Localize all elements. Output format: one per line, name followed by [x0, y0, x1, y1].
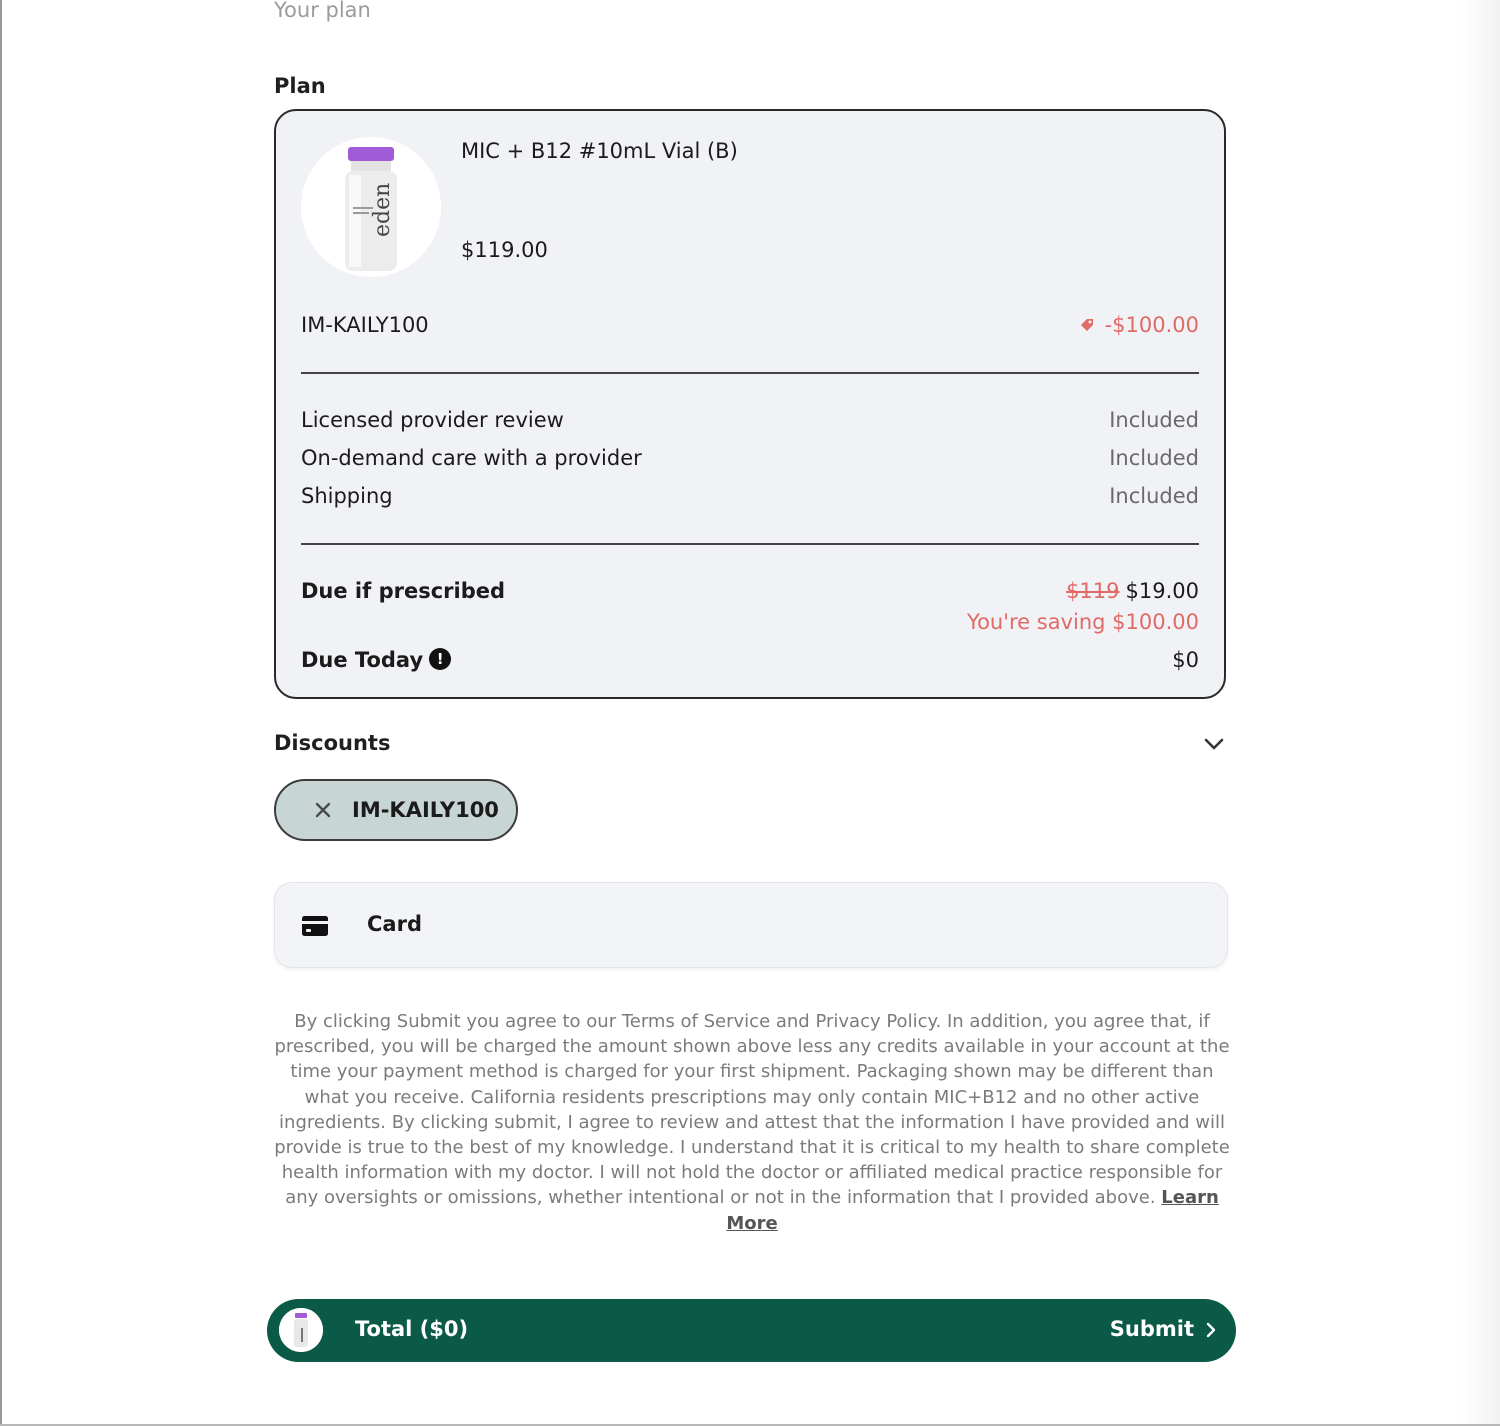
- feature-value: Included: [1109, 484, 1199, 508]
- due-today-amount: $0: [1172, 648, 1199, 672]
- payment-method-label: Card: [367, 912, 422, 936]
- feature-label: On-demand care with a provider: [301, 446, 642, 470]
- feature-row: Shipping Included: [301, 484, 1199, 514]
- window-left-border: [0, 0, 2, 1426]
- total-label: Total ($0): [355, 1317, 469, 1341]
- submit-button-label[interactable]: Submit: [1110, 1317, 1194, 1341]
- divider: [301, 372, 1199, 374]
- discounts-heading: Discounts: [274, 731, 391, 755]
- vial-image: eden: [301, 137, 441, 277]
- vial-thumbnail: [279, 1308, 323, 1352]
- feature-value: Included: [1109, 408, 1199, 432]
- original-price: $119: [1066, 579, 1120, 603]
- promo-discount: -$100.00: [1079, 313, 1199, 337]
- promo-code-row: IM-KAILY100 -$100.00: [301, 313, 1199, 343]
- discounted-price: $19.00: [1125, 579, 1199, 603]
- divider: [301, 543, 1199, 545]
- due-if-prescribed-row: Due if prescribed $119 $19.00: [301, 579, 1199, 609]
- due-today-row: Due Today! $0: [301, 648, 1199, 678]
- remove-discount-close-icon[interactable]: [314, 801, 332, 819]
- feature-label: Shipping: [301, 484, 393, 508]
- vial-brand-text: eden: [370, 183, 395, 237]
- product-price: $119.00: [461, 238, 548, 262]
- due-if-prescribed-value: $119 $19.00: [1066, 579, 1199, 603]
- payment-method-card[interactable]: Card: [274, 882, 1228, 968]
- feature-value: Included: [1109, 446, 1199, 470]
- promo-discount-amount: -$100.00: [1104, 313, 1199, 337]
- window-right-shadow: [1460, 0, 1500, 1426]
- submit-bar[interactable]: Total ($0) Submit: [267, 1299, 1236, 1362]
- feature-row: On-demand care with a provider Included: [301, 446, 1199, 476]
- chevron-right-icon: [1206, 1322, 1216, 1338]
- your-plan-title: Your plan: [274, 0, 371, 22]
- info-icon[interactable]: !: [429, 648, 452, 670]
- product-name: MIC + B12 #10mL Vial (B): [461, 139, 738, 163]
- promo-code-label: IM-KAILY100: [301, 313, 429, 337]
- chevron-down-icon[interactable]: [1202, 734, 1226, 754]
- legal-disclaimer: By clicking Submit you agree to our Term…: [274, 1009, 1230, 1236]
- feature-label: Licensed provider review: [301, 408, 564, 432]
- saving-text: You're saving $100.00: [967, 610, 1199, 634]
- due-if-prescribed-label: Due if prescribed: [301, 579, 506, 603]
- due-today-label: Due Today!: [301, 648, 452, 672]
- due-today-text: Due Today: [301, 648, 424, 672]
- plan-summary-card: eden MIC + B12 #10mL Vial (B) $119.00 IM…: [274, 109, 1226, 699]
- plan-heading: Plan: [274, 74, 326, 98]
- applied-discount-chip: IM-KAILY100: [274, 779, 518, 841]
- legal-text: By clicking Submit you agree to our Term…: [274, 1011, 1230, 1209]
- tag-icon: [1080, 319, 1093, 331]
- applied-discount-code: IM-KAILY100: [352, 798, 499, 822]
- credit-card-icon: [302, 916, 328, 936]
- feature-row: Licensed provider review Included: [301, 408, 1199, 438]
